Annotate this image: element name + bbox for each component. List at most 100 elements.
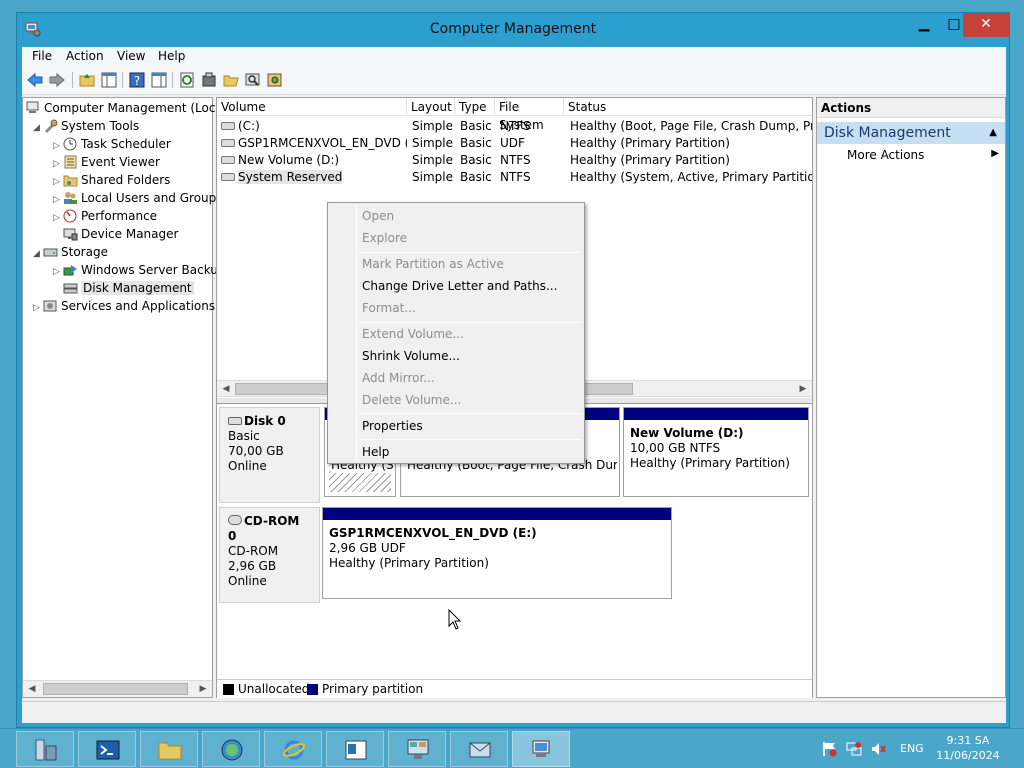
tree-root[interactable]: Computer Management (Local [26, 99, 226, 117]
taskbar-server-manager[interactable] [16, 731, 74, 767]
hard-disk-icon [228, 417, 242, 425]
submenu-arrow-icon[interactable]: ▶ [991, 148, 999, 159]
volume-name: (C:) [238, 119, 260, 133]
more-actions[interactable]: More Actions [847, 148, 924, 162]
close-button[interactable]: ✕ [963, 13, 1009, 37]
clock-time: 9:31 SA [946, 734, 990, 747]
scroll-left-arrow-icon[interactable]: ◀ [24, 682, 40, 696]
scroll-thumb[interactable] [43, 683, 188, 695]
toolbar: ? [22, 67, 1006, 95]
show-hide-action-pane-icon[interactable] [150, 71, 168, 89]
back-arrow-icon[interactable] [26, 71, 44, 89]
tree-system-tools[interactable]: ◢ System Tools [33, 117, 139, 135]
taskbar-mail-app[interactable] [450, 731, 508, 767]
menu-action[interactable]: Action [66, 49, 104, 63]
column-file-system[interactable]: File System [495, 98, 564, 132]
tree-performance[interactable]: ▷ Performance [53, 207, 157, 225]
tree-storage[interactable]: ◢ Storage [33, 243, 108, 261]
storage-icon [43, 248, 58, 257]
help-icon[interactable]: ? [128, 71, 146, 89]
expand-arrow-icon[interactable]: ▷ [53, 263, 63, 281]
disk-size: 70,00 GB [228, 444, 284, 458]
collapse-up-icon[interactable]: ▲ [989, 122, 997, 144]
volume-row[interactable]: New Volume (D:) Simple Basic NTFS Health… [217, 152, 812, 169]
system-clock[interactable]: 9:31 SA 11/06/2024 [936, 733, 1000, 763]
tree-task-scheduler[interactable]: ▷ Task Scheduler [53, 135, 171, 153]
taskbar-file-explorer[interactable] [140, 731, 198, 767]
menu-file[interactable]: File [32, 49, 52, 63]
tree-label: Performance [81, 209, 158, 223]
language-indicator[interactable]: ENG [900, 742, 924, 755]
menu-shrink-volume[interactable]: Shrink Volume... [362, 347, 460, 365]
refresh-icon[interactable] [178, 71, 196, 89]
column-layout[interactable]: Layout [407, 98, 455, 116]
volume-row[interactable]: GSP1RMCENXVOL_EN_DVD (E:) Simple Basic U… [217, 135, 812, 152]
tree-device-manager[interactable]: Device Manager [63, 225, 178, 243]
expand-arrow-icon[interactable]: ▷ [33, 299, 43, 317]
disk-tool-icon[interactable] [266, 71, 284, 89]
e-drive-partition[interactable]: GSP1RMCENXVOL_EN_DVD (E:) 2,96 GB UDF He… [322, 507, 672, 599]
network-icon[interactable] [846, 741, 862, 757]
column-status[interactable]: Status [564, 98, 812, 116]
collapse-arrow-icon[interactable]: ◢ [33, 245, 43, 263]
tree-local-users[interactable]: ▷ Local Users and Groups [53, 189, 223, 207]
expand-arrow-icon[interactable]: ▷ [53, 209, 63, 227]
menu-open[interactable]: Open [362, 207, 394, 225]
speaker-muted-icon[interactable] [870, 741, 886, 757]
tree-windows-server-backup[interactable]: ▷ Windows Server Backup [53, 261, 226, 279]
partition-legend: Unallocated Primary partition [217, 679, 812, 698]
column-type[interactable]: Type [455, 98, 495, 116]
tree-shared-folders[interactable]: ▷ Shared Folders [53, 171, 170, 189]
scroll-right-arrow-icon[interactable]: ▶ [795, 382, 811, 396]
up-folder-icon[interactable] [78, 71, 96, 89]
tree-event-viewer[interactable]: ▷ Event Viewer [53, 153, 160, 171]
taskbar-document-app[interactable] [326, 731, 384, 767]
column-volume[interactable]: Volume [217, 98, 407, 116]
volume-row[interactable]: (C:) Simple Basic NTFS Healthy (Boot, Pa… [217, 118, 812, 135]
disk-name: Disk 0 [244, 414, 286, 428]
forward-arrow-icon[interactable] [48, 71, 66, 89]
title-bar[interactable]: Computer Management ▁ □ ✕ [17, 13, 1009, 47]
menu-help[interactable]: Help [158, 49, 185, 63]
drive-icon [221, 156, 235, 164]
taskbar-internet-explorer[interactable] [264, 731, 322, 767]
tree-root-label: Computer Management (Local [44, 101, 227, 115]
menu-properties[interactable]: Properties [362, 417, 423, 435]
menu-add-mirror[interactable]: Add Mirror... [362, 369, 435, 387]
menu-format[interactable]: Format... [362, 299, 416, 317]
collapse-arrow-icon[interactable]: ◢ [33, 119, 43, 137]
tree-services-applications[interactable]: ▷ Services and Applications [33, 297, 215, 315]
taskbar-app-globe[interactable] [202, 731, 260, 767]
tree-disk-management[interactable]: Disk Management [63, 279, 194, 297]
volume-row[interactable]: System Reserved Simple Basic NTFS Health… [217, 169, 812, 186]
menu-delete-volume[interactable]: Delete Volume... [362, 391, 461, 409]
menu-view[interactable]: View [117, 49, 145, 63]
volume-status: Healthy (Boot, Page File, Crash Dump, Pr… [570, 119, 812, 133]
menu-help[interactable]: Help [362, 443, 389, 461]
taskbar-network-app[interactable] [388, 731, 446, 767]
menu-change-drive-letter[interactable]: Change Drive Letter and Paths... [362, 277, 557, 295]
scroll-right-arrow-icon[interactable]: ▶ [195, 682, 211, 696]
action-center-flag-icon[interactable] [822, 741, 838, 757]
scroll-left-arrow-icon[interactable]: ◀ [218, 382, 234, 396]
menu-bar: File Action View Help [22, 47, 1006, 67]
d-drive-partition[interactable]: New Volume (D:) 10,00 GB NTFS Healthy (P… [623, 407, 809, 497]
taskbar-computer-management[interactable] [512, 731, 570, 767]
properties-icon[interactable] [200, 71, 218, 89]
show-hide-tree-icon[interactable] [100, 71, 118, 89]
open-folder-icon[interactable] [222, 71, 240, 89]
search-icon[interactable] [244, 71, 262, 89]
actions-section-disk-management[interactable]: Disk Management ▲ [817, 122, 1005, 144]
menu-mark-active[interactable]: Mark Partition as Active [362, 255, 504, 273]
minimize-button[interactable]: ▁ [907, 13, 941, 37]
users-icon [64, 192, 77, 204]
taskbar-powershell[interactable] [78, 731, 136, 767]
menu-explore[interactable]: Explore [362, 229, 407, 247]
menu-extend-volume[interactable]: Extend Volume... [362, 325, 464, 343]
tree-label: Shared Folders [81, 173, 171, 187]
disk-0-label[interactable]: Disk 0 Basic 70,00 GB Online [219, 407, 320, 503]
tree-horizontal-scrollbar[interactable]: ◀ ▶ [23, 680, 212, 697]
unallocated-swatch [223, 684, 234, 695]
cdrom-0-label[interactable]: CD-ROM 0 CD-ROM 2,96 GB Online [219, 507, 320, 603]
partition-name: New Volume (D:) [630, 426, 744, 440]
